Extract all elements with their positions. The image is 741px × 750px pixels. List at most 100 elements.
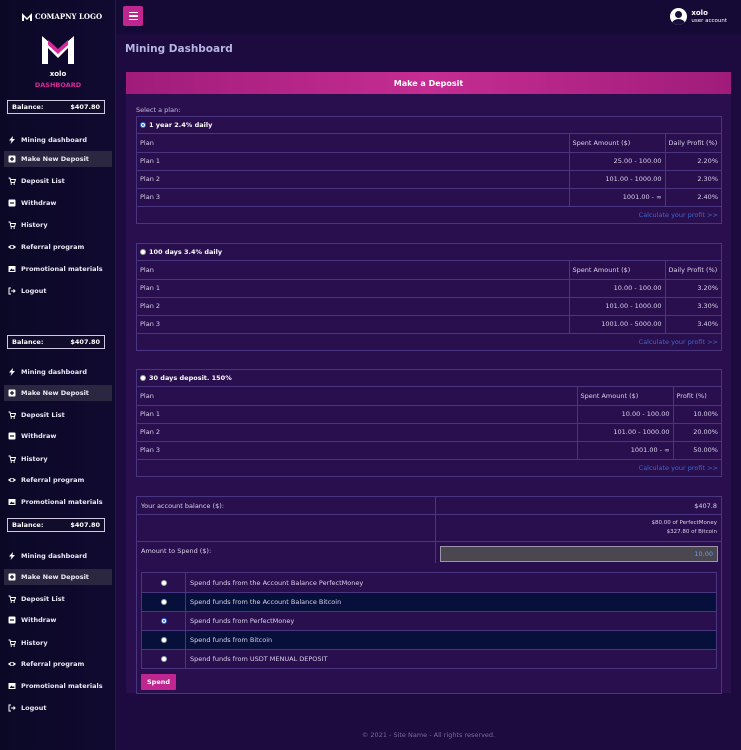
payment-option[interactable]: Spend funds from USDT MENUAL DEPOSIT: [142, 649, 716, 668]
plan-table: Plan Spent Amount ($) Daily Profit (%) Plan…: [137, 134, 721, 206]
sidebar-item-label: Deposit List: [21, 411, 65, 419]
account-balance-value: $407.8: [694, 502, 717, 510]
table-row: Plan 2 101.00 - 1000.00 2.30%: [137, 169, 721, 188]
sidebar-item-mining-dashboard[interactable]: Mining dashboard: [4, 364, 112, 380]
sidebar-item-logout[interactable]: Logout: [4, 283, 112, 299]
balance-label: Balance:: [12, 521, 44, 529]
logo-mark-icon: [22, 12, 32, 21]
payment-option-label: Spend funds from Bitcoin: [190, 636, 273, 644]
plan-table: Plan Spent Amount ($) Profit (%) Plan 1 10.0…: [137, 387, 721, 459]
bolt-icon: [8, 552, 16, 560]
cart-icon: [8, 595, 16, 603]
plan-radio[interactable]: [140, 249, 146, 255]
payment-radio[interactable]: [160, 579, 167, 586]
sidebar-item-label: Promotional materials: [21, 682, 103, 690]
sidebar-item-promotional-materials[interactable]: Promotional materials: [4, 261, 112, 277]
sidebar-item-deposit-list[interactable]: Deposit List: [4, 591, 112, 607]
payment-option[interactable]: Spend funds from Bitcoin: [142, 630, 716, 649]
bolt-icon: [8, 136, 16, 144]
sidebar-item-promotional-materials[interactable]: Promotional materials: [4, 678, 112, 694]
table-row: Plan 2 101.00 - 1000.00 3.30%: [137, 296, 721, 315]
calculate-profit-link[interactable]: Calculate your profit >>: [137, 459, 721, 476]
plan-group-title[interactable]: 30 days deposit. 150%: [137, 370, 721, 387]
payment-radio[interactable]: [160, 656, 167, 662]
sidebar-item-promotional-materials[interactable]: Promotional materials: [4, 494, 112, 510]
sidebar-item-make-new-deposit[interactable]: Make New Deposit: [4, 385, 112, 401]
plan-group-label: 1 year 2.4% daily: [149, 121, 213, 129]
perfectmoney-balance: $80.00 of PerfectMoney: [651, 520, 717, 526]
deposit-header: Make a Deposit: [126, 72, 731, 94]
table-header-row: Plan Spent Amount ($) Profit (%): [137, 387, 721, 405]
sidebar-item-deposit-list[interactable]: Deposit List: [4, 173, 112, 189]
hamburger-line: [128, 15, 138, 17]
table-header-row: Plan Spent Amount ($) Daily Profit (%): [137, 134, 721, 152]
payment-option[interactable]: Spend funds from the Account Balance Per…: [142, 573, 716, 592]
sidebar-item-label: Make New Deposit: [21, 389, 89, 397]
image-icon: [8, 265, 16, 273]
table-row: Plan 2 101.00 - 1000.00 20.00%: [137, 422, 721, 441]
payment-option[interactable]: Spend funds from PerfectMoney: [142, 611, 716, 630]
sidebar-item-history[interactable]: History: [4, 451, 112, 467]
column-header: Plan: [140, 138, 154, 147]
payment-option-label: Spend funds from PerfectMoney: [190, 617, 295, 625]
sidebar-item-deposit-list[interactable]: Deposit List: [4, 407, 112, 423]
sidebar-item-history[interactable]: History: [4, 217, 112, 233]
amount-label: Amount to Spend ($):: [141, 547, 212, 555]
menu-toggle-button[interactable]: [123, 6, 143, 26]
table-cell: 25.00 - 100.00: [568, 151, 665, 170]
payment-option[interactable]: Spend funds from the Account Balance Bit…: [142, 592, 716, 611]
table-cell: 20.00%: [672, 422, 721, 441]
sidebar-item-referral-program[interactable]: Referral program: [4, 656, 112, 672]
plan-radio[interactable]: [140, 375, 146, 381]
sidebar-item-label: Referral program: [21, 660, 85, 668]
payment-radio[interactable]: [160, 618, 167, 624]
table-cell: Plan 2: [137, 296, 569, 315]
calculate-profit-link[interactable]: Calculate your profit >>: [137, 206, 721, 223]
table-cell: Plan 1: [137, 404, 577, 423]
sidebar-item-label: Referral program: [21, 243, 85, 251]
column-header: Plan: [140, 265, 154, 274]
select-plan-label: Select a plan:: [136, 106, 181, 114]
sidebar-item-label: Referral program: [21, 476, 85, 484]
plan-group-title[interactable]: 1 year 2.4% daily: [137, 117, 721, 134]
table-row: Plan 3 1001.00 - ∞ 2.40%: [137, 187, 721, 206]
sidebar-item-make-new-deposit[interactable]: Make New Deposit: [4, 569, 112, 585]
column-header: Plan: [140, 391, 154, 400]
hamburger-icon: [128, 11, 138, 14]
cart-icon: [8, 177, 16, 185]
balance-box: Balance: $407.80: [7, 518, 105, 532]
user-menu[interactable]: xolo user account: [670, 8, 727, 25]
sidebar-item-referral-program[interactable]: Referral program: [4, 472, 112, 488]
company-logo[interactable]: COMAPNY LOGO: [22, 12, 102, 21]
spend-button[interactable]: Spend: [141, 674, 176, 690]
plan-group-title[interactable]: 100 days 3.4% daily: [137, 244, 721, 261]
balance-value: $407.80: [70, 521, 100, 529]
amount-input[interactable]: 10.00: [440, 546, 718, 562]
plan-radio[interactable]: [140, 122, 146, 128]
payment-radio[interactable]: [160, 637, 167, 643]
bitcoin-balance: $327.80 of Bitcoin: [666, 529, 717, 535]
balance-breakdown-row: $80.00 of PerfectMoney $327.80 of Bitcoi…: [137, 515, 721, 542]
sidebar-item-make-new-deposit[interactable]: Make New Deposit: [4, 151, 112, 167]
spend-section: Your account balance ($): $407.8 $80.00 …: [136, 496, 722, 694]
minus-square-icon: [8, 432, 16, 440]
table-cell: 50.00%: [672, 440, 721, 459]
payment-options: Spend funds from the Account Balance Per…: [141, 572, 717, 669]
sidebar-item-withdraw[interactable]: Withdraw: [4, 195, 112, 211]
sidebar-username: xolo: [49, 70, 67, 78]
footer: © 2021 - Site Name - All rights reserved…: [361, 731, 496, 739]
account-balance-label: Your account balance ($):: [141, 502, 224, 510]
payment-radio[interactable]: [160, 599, 167, 605]
sidebar-item-mining-dashboard[interactable]: Mining dashboard: [4, 548, 112, 564]
sidebar-item-withdraw[interactable]: Withdraw: [4, 612, 112, 628]
table-cell: 2.30%: [664, 169, 721, 188]
sidebar-item-history[interactable]: History: [4, 635, 112, 651]
sidebar-item-label: Withdraw: [21, 432, 57, 440]
calculate-profit-link[interactable]: Calculate your profit >>: [137, 333, 721, 350]
sidebar-item-mining-dashboard[interactable]: Mining dashboard: [4, 132, 112, 148]
sidebar-item-withdraw[interactable]: Withdraw: [4, 428, 112, 444]
sidebar-item-referral-program[interactable]: Referral program: [4, 239, 112, 255]
sidebar-item-logout[interactable]: Logout: [4, 700, 112, 716]
column-header: Spent Amount ($): [576, 387, 673, 405]
column-header: Daily Profit (%): [664, 134, 721, 152]
